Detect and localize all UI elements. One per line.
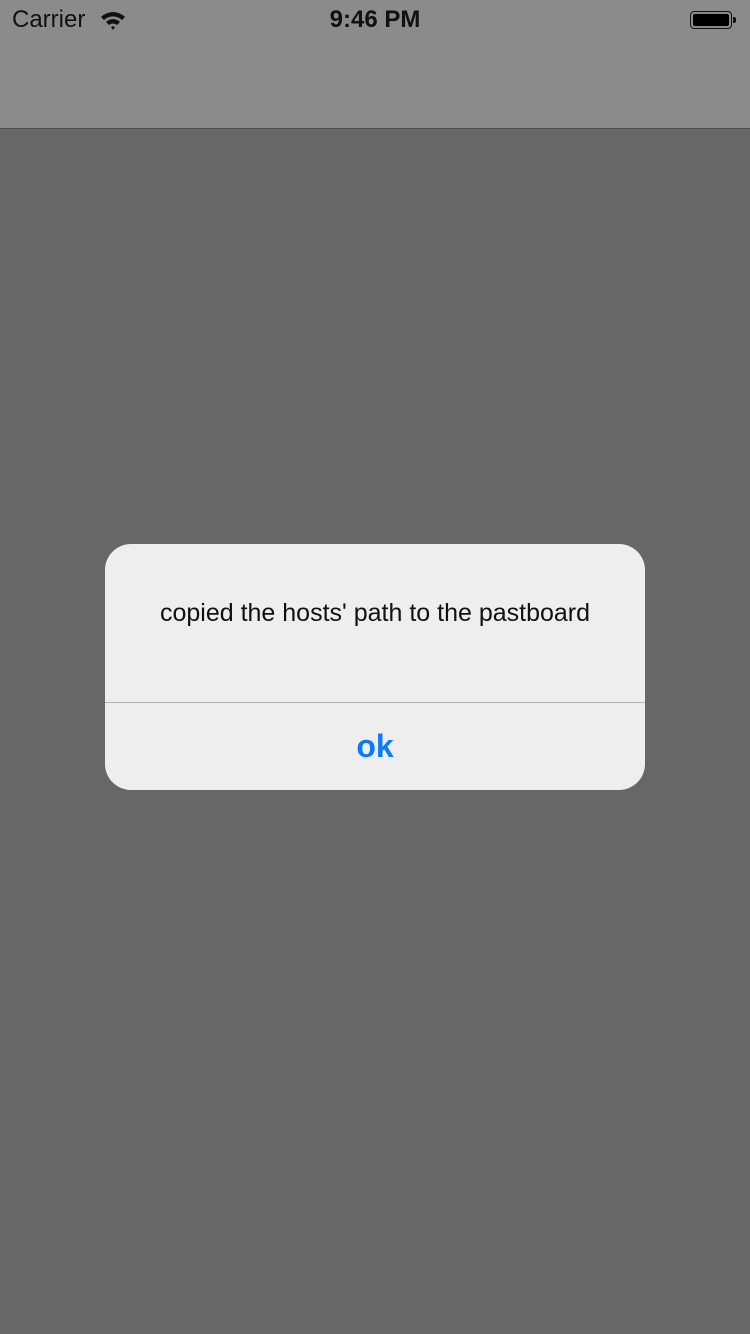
- navigation-bar: Carrier 9:46 PM: [0, 0, 750, 129]
- alert-dialog: copied the hosts' path to the pastboard …: [105, 544, 645, 790]
- ok-button[interactable]: ok: [105, 703, 645, 790]
- clock: 9:46 PM: [329, 6, 421, 33]
- battery-icon: [690, 11, 736, 29]
- alert-message: copied the hosts' path to the pastboard: [159, 599, 591, 627]
